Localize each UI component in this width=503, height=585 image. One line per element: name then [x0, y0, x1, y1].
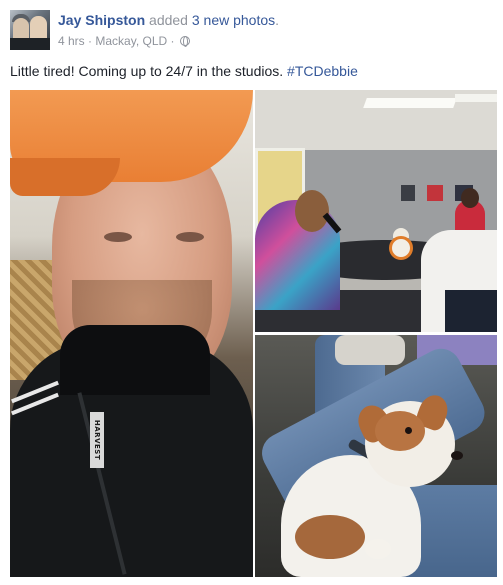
post-meta: Jay Shipston added 3 new photos. 4 hrs ·…	[58, 11, 279, 49]
post-title: Jay Shipston added 3 new photos.	[58, 11, 279, 29]
post-header: Jay Shipston added 3 new photos. 4 hrs ·…	[10, 10, 490, 50]
author-name-link[interactable]: Jay Shipston	[58, 12, 145, 28]
post-caption: Little tired! Coming up to 24/7 in the s…	[10, 62, 358, 80]
jacket-tag-text: HARVEST	[93, 419, 101, 461]
post-subtitle: 4 hrs · Mackay, QLD ·	[58, 32, 279, 49]
meta-separator: ·	[84, 33, 96, 48]
new-photos-link[interactable]: 3 new photos	[192, 12, 275, 28]
action-text: added	[149, 12, 188, 28]
caption-text: Little tired! Coming up to 24/7 in the s…	[10, 63, 288, 79]
avatar[interactable]	[10, 10, 50, 50]
photo-studio[interactable]	[255, 90, 497, 332]
location-link[interactable]: Mackay, QLD	[95, 34, 167, 48]
timestamp-link[interactable]: 4 hrs	[58, 34, 85, 48]
meta-separator-2: ·	[167, 33, 178, 48]
action-suffix: .	[275, 12, 280, 28]
globe-icon[interactable]	[179, 35, 190, 47]
photo-dog[interactable]	[255, 335, 497, 577]
photo-selfie[interactable]: HARVEST	[10, 90, 253, 577]
hashtag-link[interactable]: #TCDebbie	[287, 63, 358, 79]
jacket-tag: HARVEST	[90, 412, 104, 468]
